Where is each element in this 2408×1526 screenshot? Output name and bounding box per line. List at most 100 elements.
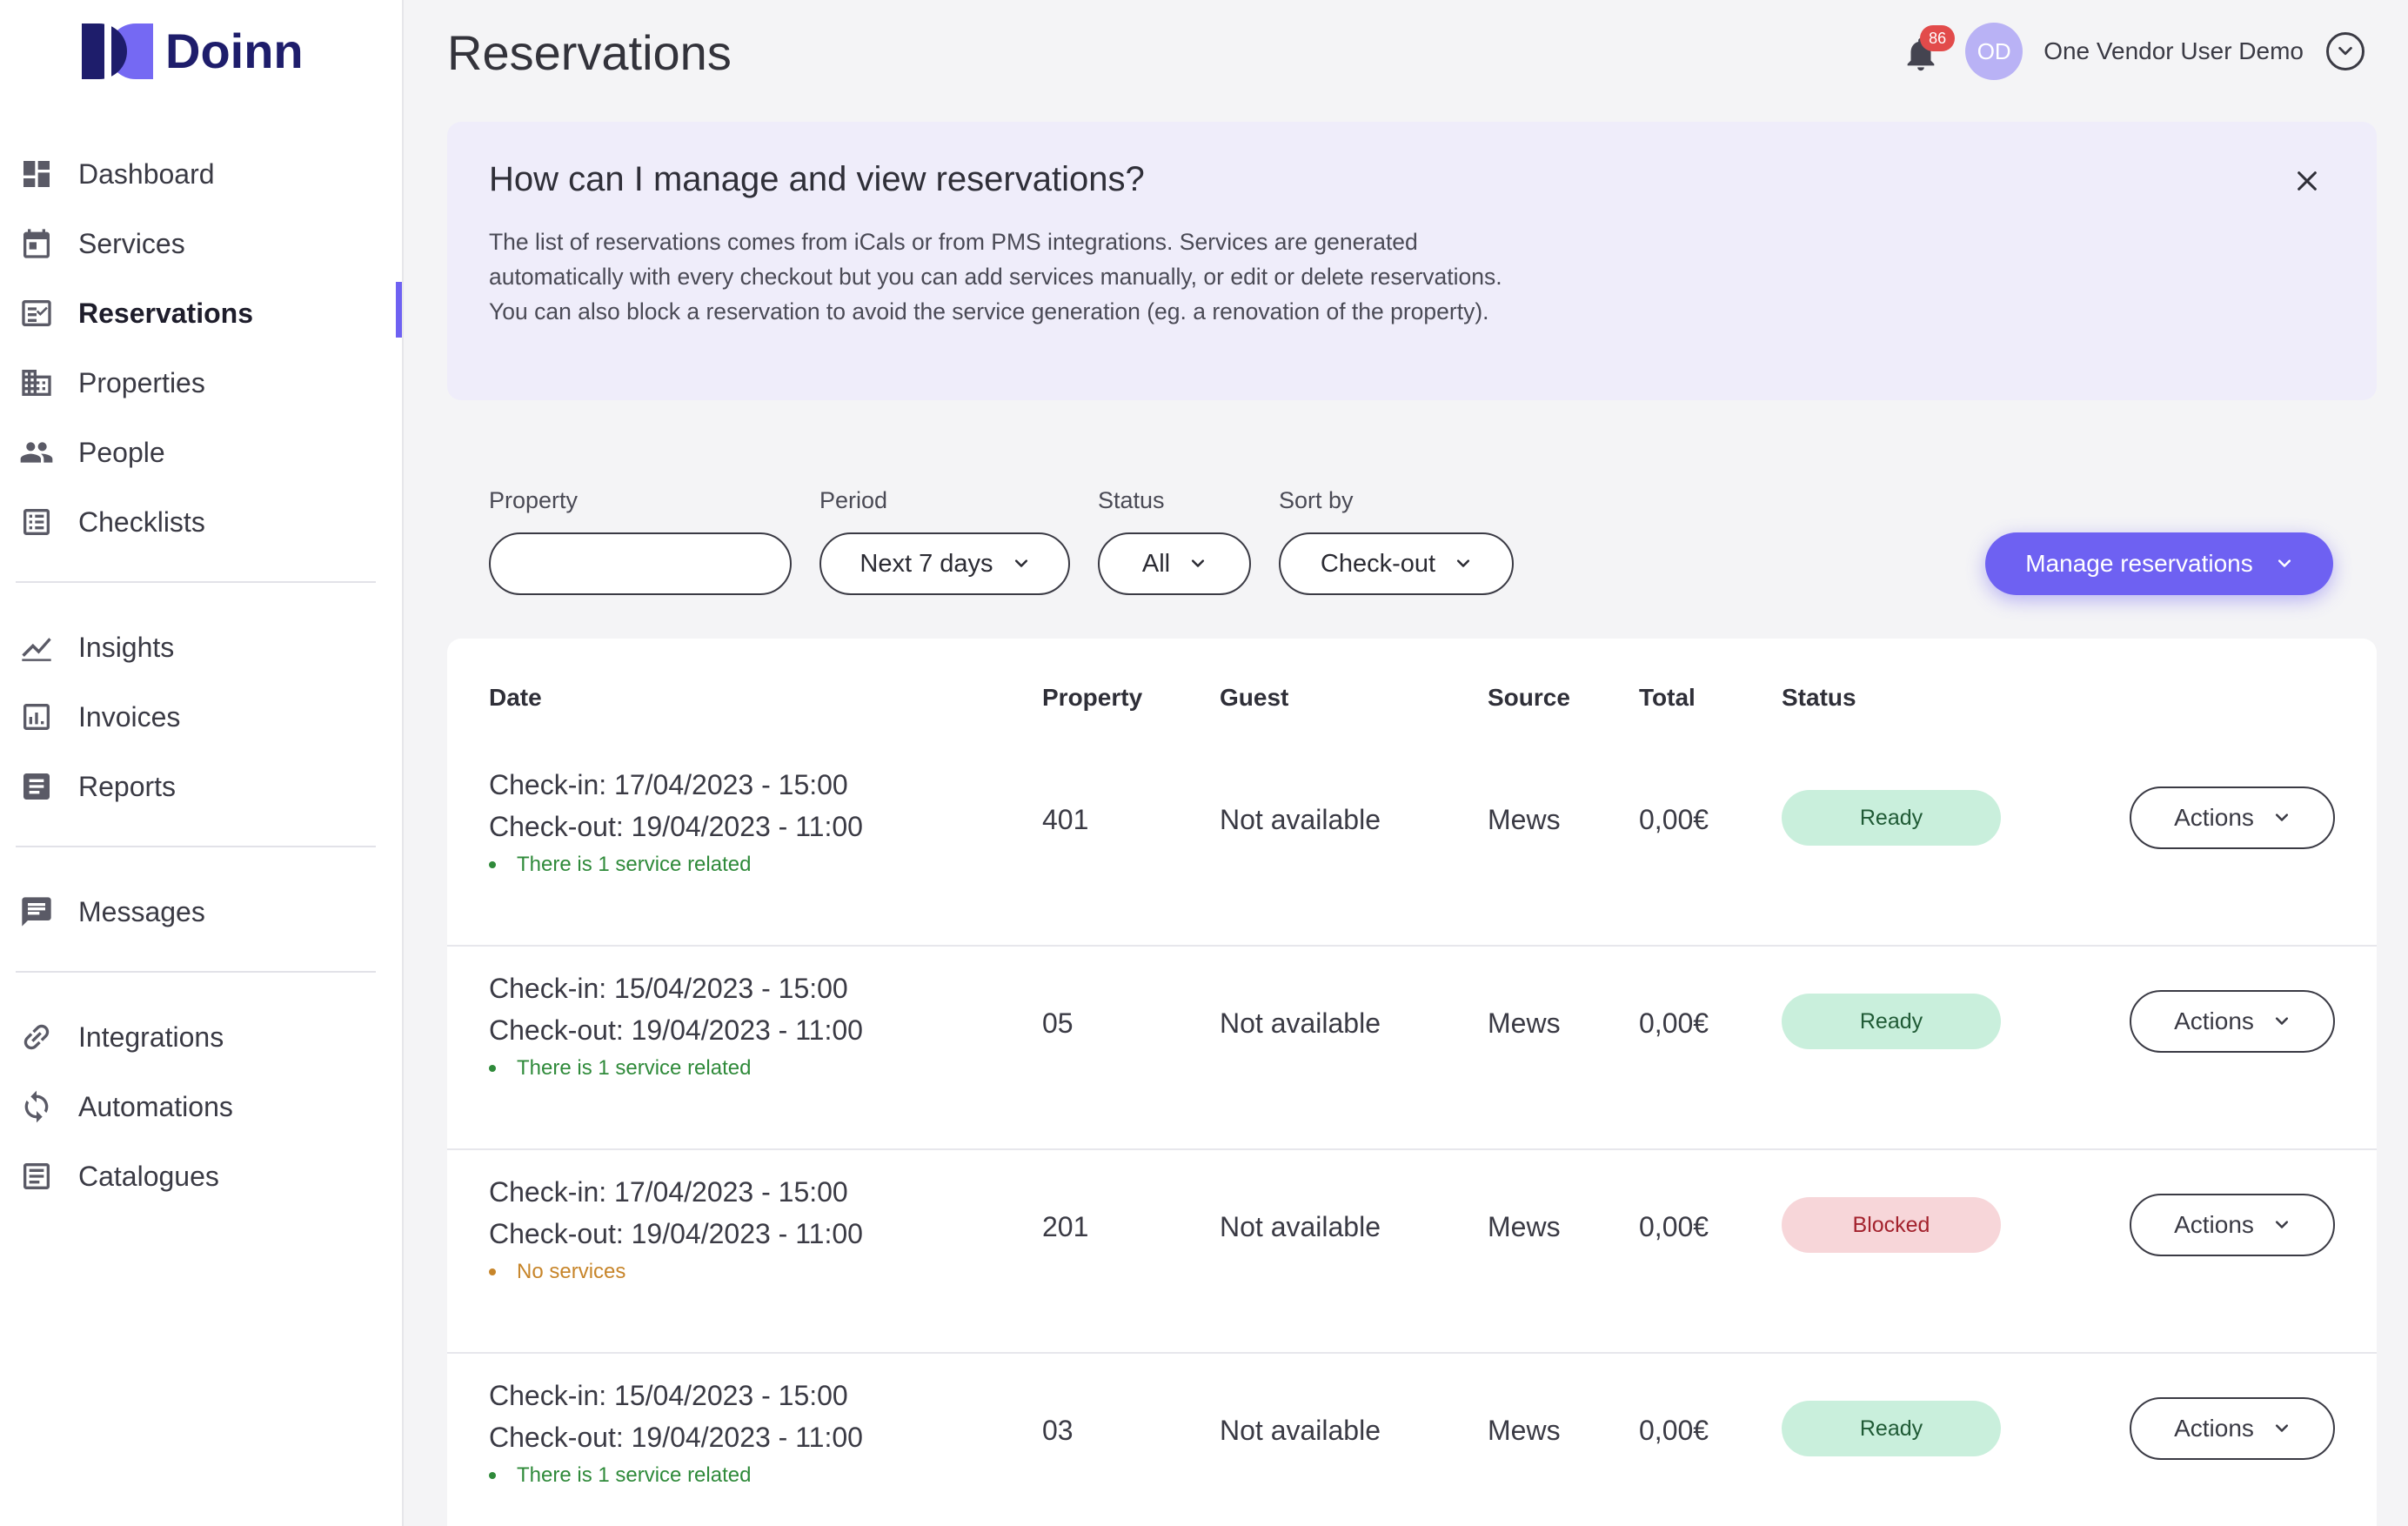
top-bar: 86 OD One Vendor User Demo: [1901, 23, 2365, 80]
checklist-icon: [17, 503, 56, 541]
period-select[interactable]: Next 7 days: [819, 532, 1070, 595]
chevron-down-icon: [2275, 1424, 2288, 1432]
sidebar-item-catalogues[interactable]: Catalogues: [0, 1141, 402, 1211]
checkout-date: Check-out: 19/04/2023 - 11:00: [489, 1014, 863, 1046]
source-cell: Mews: [1488, 1007, 1561, 1039]
table-row[interactable]: Check-in: 17/04/2023 - 15:00 Check-out: 1…: [447, 1150, 2377, 1354]
reservations-table: Date Property Guest Source Total Status …: [447, 639, 2377, 1526]
sidebar-item-insights[interactable]: Insights: [0, 612, 402, 682]
chevron-down-icon: [2275, 813, 2288, 821]
sidebar-nav: Dashboard Services Reservations Properties P…: [0, 139, 402, 1211]
sidebar-item-label: Reports: [78, 770, 177, 802]
sync-icon: [17, 1088, 56, 1126]
service-note: There is 1 service related: [489, 1463, 751, 1488]
sidebar-item-reservations[interactable]: Reservations: [0, 278, 402, 348]
checkin-date: Check-in: 15/04/2023 - 15:00: [489, 1380, 848, 1411]
help-panel-title: How can I manage and view reservations?: [489, 160, 1145, 198]
actions-button[interactable]: Actions: [2130, 1194, 2335, 1256]
column-header-status: Status: [1782, 684, 1856, 711]
sidebar-item-checklists[interactable]: Checklists: [0, 487, 402, 557]
actions-button-label: Actions: [2174, 1007, 2254, 1034]
calendar-icon: [17, 224, 56, 263]
close-help-button[interactable]: [2290, 164, 2324, 198]
status-dot-icon: [489, 861, 496, 868]
service-note-text: There is 1 service related: [517, 1463, 752, 1487]
sort-select-value: Check-out: [1320, 549, 1436, 578]
sidebar-item-properties[interactable]: Properties: [0, 348, 402, 418]
manage-reservations-button[interactable]: Manage reservations: [1985, 532, 2333, 595]
link-icon: [17, 1018, 56, 1056]
sort-filter: Sort by Check-out: [1279, 487, 1514, 595]
sidebar-item-messages[interactable]: Messages: [0, 877, 402, 947]
property-cell: 401: [1042, 804, 1089, 835]
total-cell: 0,00€: [1639, 1415, 1709, 1446]
sidebar-item-dashboard[interactable]: Dashboard: [0, 139, 402, 209]
column-header-total: Total: [1639, 684, 1696, 711]
actions-button[interactable]: Actions: [2130, 786, 2335, 849]
status-filter-label: Status: [1098, 487, 1165, 513]
guest-cell: Not available: [1220, 1415, 1381, 1446]
sidebar-item-services[interactable]: Services: [0, 209, 402, 278]
avatar[interactable]: OD: [1965, 23, 2023, 80]
status-badge: Ready: [1782, 1401, 2001, 1456]
checkout-date: Check-out: 19/04/2023 - 11:00: [489, 1422, 863, 1453]
sidebar-item-label: Messages: [78, 895, 205, 927]
user-menu-button[interactable]: [2326, 32, 2365, 70]
sidebar-item-label: Services: [78, 227, 185, 259]
status-badge: Ready: [1782, 790, 2001, 846]
brand-logo[interactable]: Doinn: [82, 23, 304, 79]
sidebar-item-automations[interactable]: Automations: [0, 1072, 402, 1141]
sidebar-divider: [16, 971, 376, 973]
total-cell: 0,00€: [1639, 1007, 1709, 1039]
property-search-input[interactable]: [505, 550, 775, 578]
property-filter-field[interactable]: [489, 532, 792, 595]
checkin-date: Check-in: 17/04/2023 - 15:00: [489, 1176, 848, 1208]
status-select[interactable]: All: [1098, 532, 1251, 595]
status-badge: Blocked: [1782, 1197, 2001, 1253]
message-icon: [17, 893, 56, 931]
status-dot-icon: [489, 1268, 496, 1275]
sidebar-item-reports[interactable]: Reports: [0, 752, 402, 821]
reservations-icon: [17, 294, 56, 332]
table-row[interactable]: Check-in: 15/04/2023 - 15:00 Check-out: 1…: [447, 1354, 2377, 1526]
sidebar-divider: [16, 581, 376, 583]
help-line: automatically with every checkout but yo…: [489, 264, 1502, 290]
notifications-button[interactable]: 86: [1901, 25, 1956, 77]
sidebar-item-label: Invoices: [78, 700, 181, 733]
page-title: Reservations: [447, 25, 732, 80]
actions-button[interactable]: Actions: [2130, 990, 2335, 1053]
chart-line-icon: [17, 628, 56, 666]
source-cell: Mews: [1488, 1211, 1561, 1242]
sidebar: Doinn Dashboard Services Reservations Prope…: [0, 0, 404, 1526]
sidebar-item-label: Catalogues: [78, 1160, 219, 1192]
building-icon: [17, 364, 56, 402]
service-note-text: No services: [517, 1260, 626, 1283]
property-filter: Property: [489, 487, 792, 595]
actions-button[interactable]: Actions: [2130, 1397, 2335, 1460]
sort-select[interactable]: Check-out: [1279, 532, 1514, 595]
chevron-down-icon: [1192, 559, 1205, 567]
sidebar-item-label: Checklists: [78, 505, 205, 538]
logo-mark-icon: [82, 23, 155, 79]
actions-button-label: Actions: [2174, 1211, 2254, 1238]
report-icon: [17, 767, 56, 806]
close-icon: [2298, 171, 2317, 191]
property-cell: 03: [1042, 1415, 1074, 1446]
service-note: There is 1 service related: [489, 1056, 751, 1081]
status-select-value: All: [1141, 549, 1171, 578]
chevron-down-icon: [2275, 1221, 2288, 1228]
sidebar-item-people[interactable]: People: [0, 418, 402, 487]
table-row[interactable]: Check-in: 17/04/2023 - 15:00 Check-out: 1…: [447, 743, 2377, 947]
sidebar-item-invoices[interactable]: Invoices: [0, 682, 402, 752]
help-line: You can also block a reservation to avoi…: [489, 298, 1489, 325]
status-dot-icon: [489, 1065, 496, 1072]
service-note-text: There is 1 service related: [517, 853, 752, 876]
total-cell: 0,00€: [1639, 804, 1709, 835]
table-row[interactable]: Check-in: 15/04/2023 - 15:00 Check-out: 1…: [447, 947, 2377, 1150]
dashboard-icon: [17, 155, 56, 193]
sidebar-item-integrations[interactable]: Integrations: [0, 1002, 402, 1072]
period-select-value: Next 7 days: [860, 549, 993, 578]
chevron-down-icon: [2275, 1017, 2288, 1025]
user-name[interactable]: One Vendor User Demo: [2043, 37, 2304, 65]
total-cell: 0,00€: [1639, 1211, 1709, 1242]
